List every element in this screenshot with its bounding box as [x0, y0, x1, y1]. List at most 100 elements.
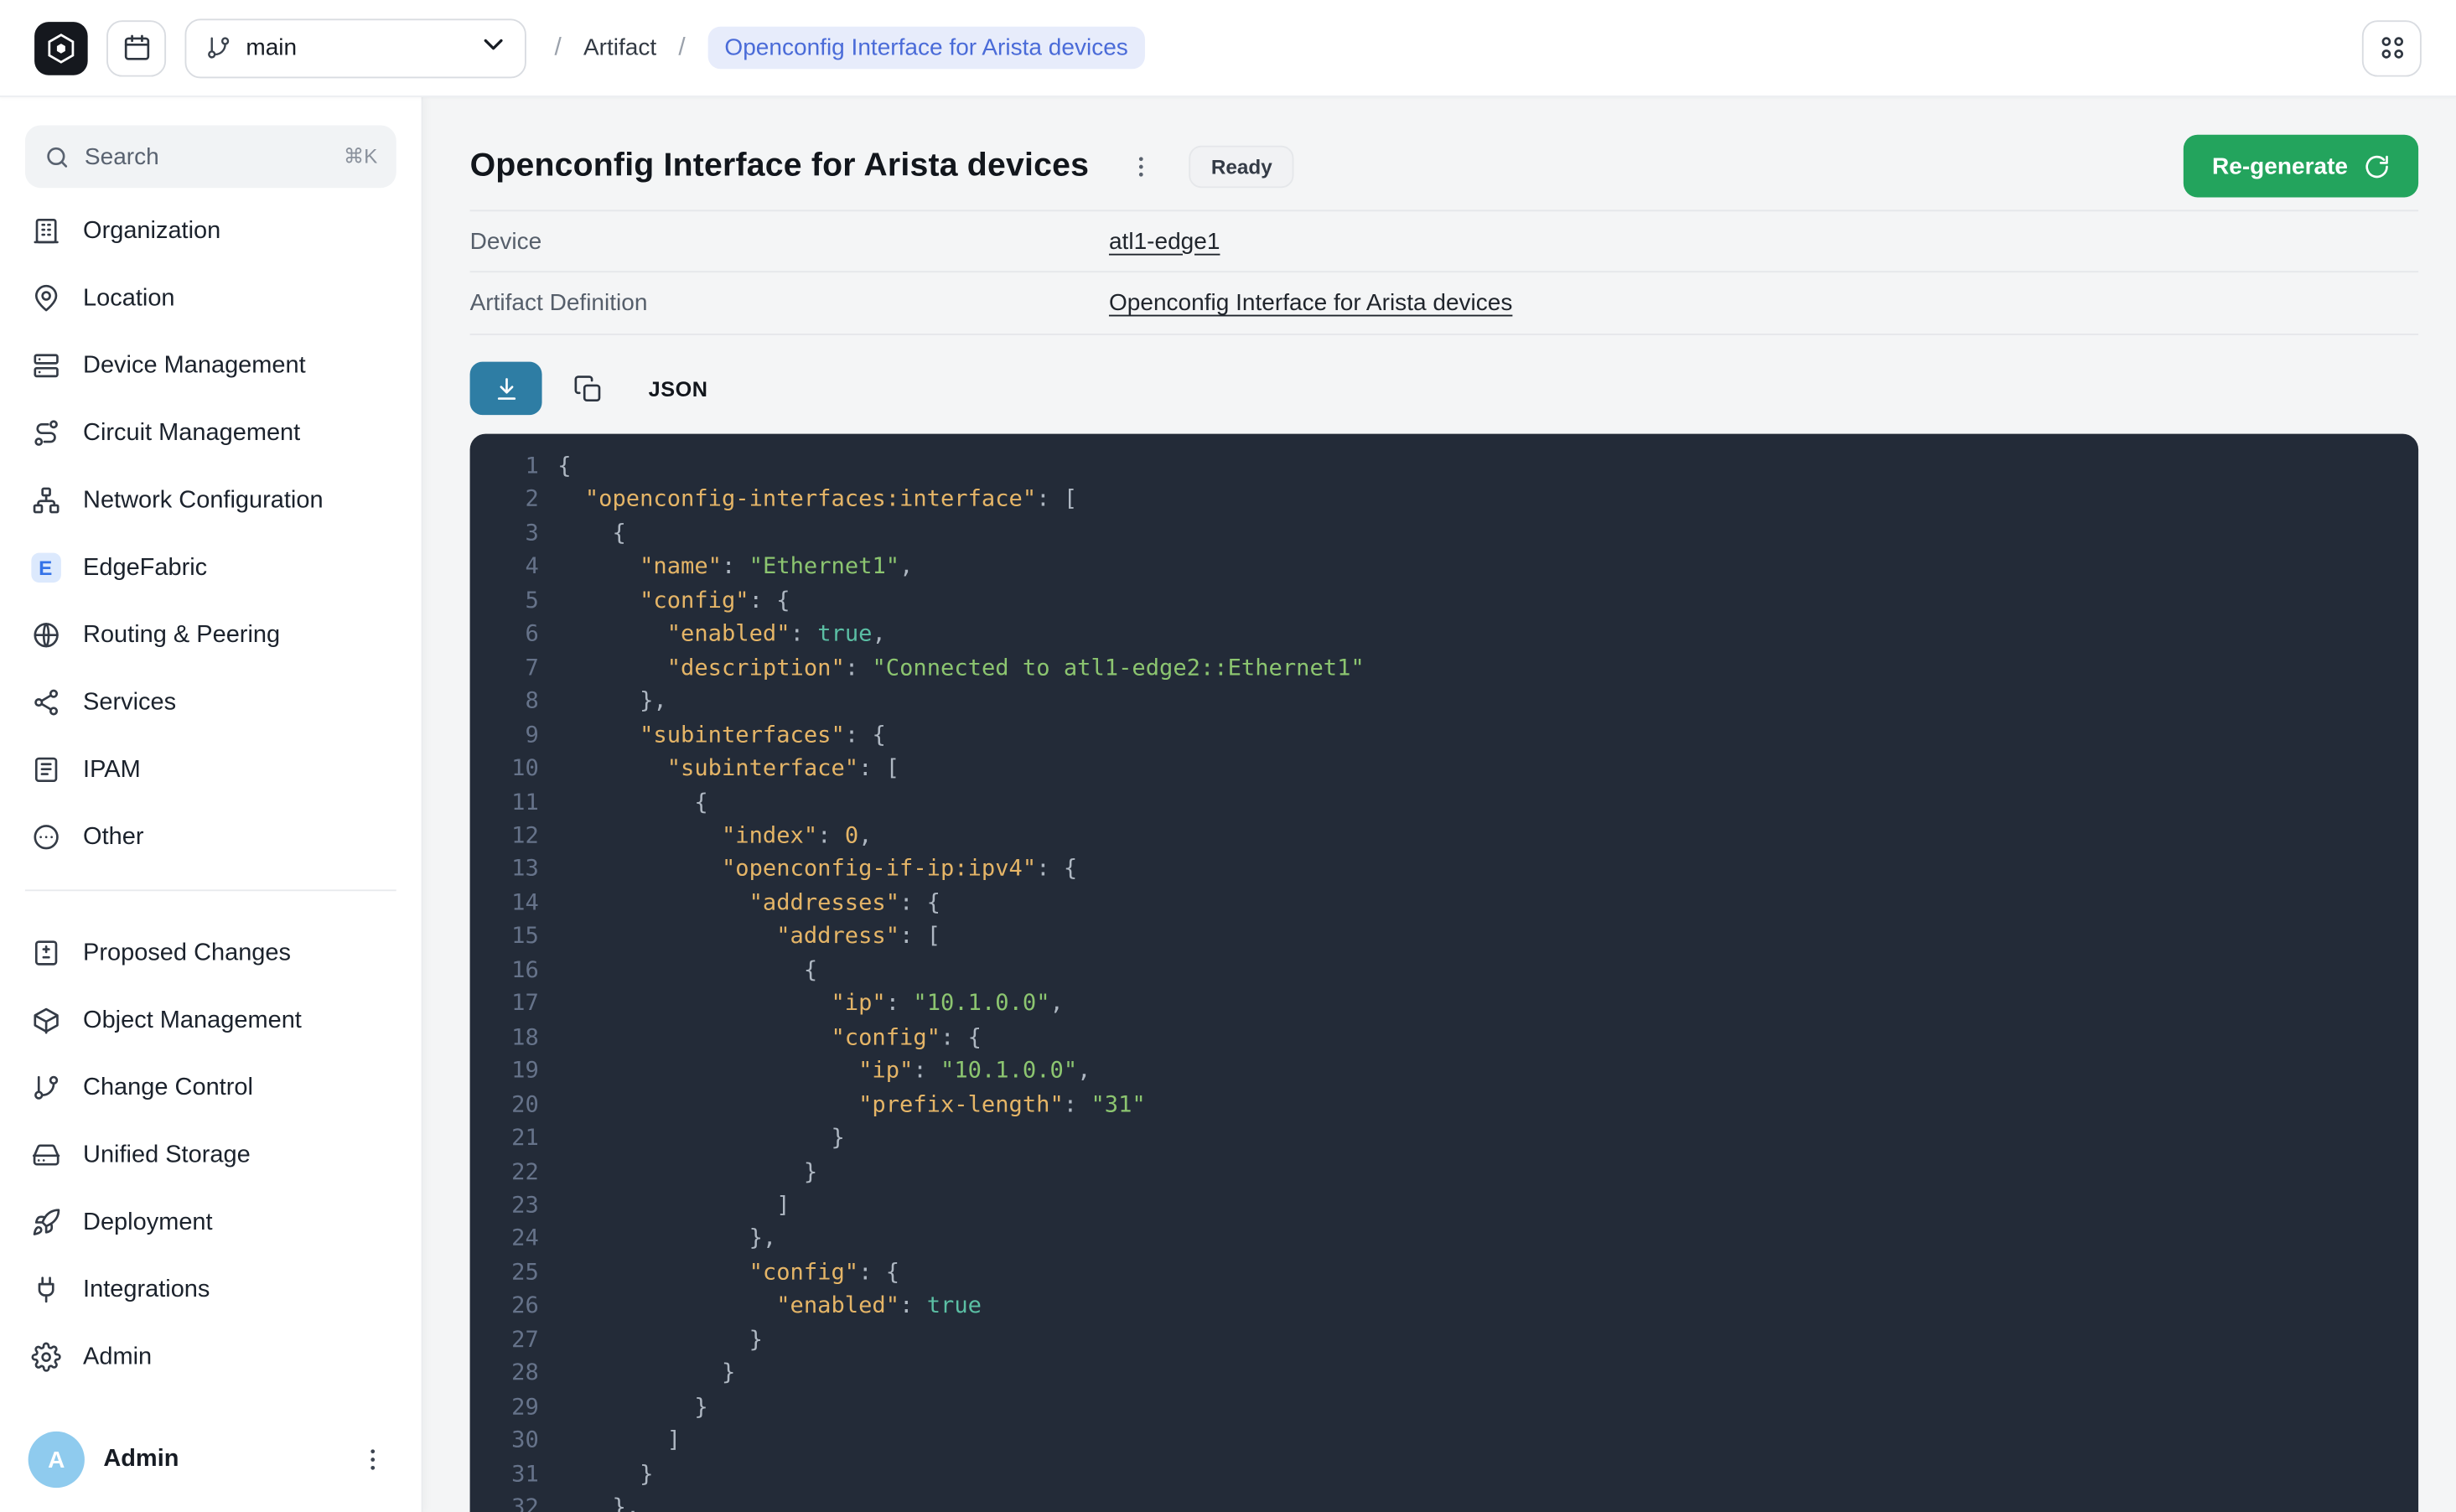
code-line: 6 "enabled": true,: [492, 619, 2418, 653]
code-line: 22 }: [492, 1157, 2418, 1190]
device-link[interactable]: atl1-edge1: [1109, 228, 1220, 255]
sidebar-item-other[interactable]: Other: [13, 804, 409, 871]
sidebar-item-label: Organization: [83, 217, 220, 246]
breadcrumb-item-artifact[interactable]: Artifact: [583, 34, 656, 61]
app-logo[interactable]: [34, 21, 88, 75]
sidebar-item-proposed-changes[interactable]: Proposed Changes: [13, 919, 409, 986]
breadcrumb-current[interactable]: Openconfig Interface for Arista devices: [707, 27, 1146, 69]
line-number: 28: [492, 1359, 539, 1392]
regenerate-label: Re-generate: [2212, 153, 2348, 179]
sidebar-item-edgefabric[interactable]: EEdgeFabric: [13, 534, 409, 601]
sidebar-item-label: Device Management: [83, 352, 306, 381]
code-line: 12 "index": 0,: [492, 821, 2418, 854]
breadcrumb-separator: /: [554, 34, 561, 62]
gear-icon: [28, 1342, 63, 1372]
code-text: "description": "Connected to atl1-edge2:…: [557, 653, 1365, 686]
line-number: 13: [492, 854, 539, 888]
sidebar-item-object-management[interactable]: Object Management: [13, 986, 409, 1054]
user-row[interactable]: A Admin: [0, 1412, 422, 1512]
network-icon: [28, 485, 63, 515]
sidebar-item-label: IPAM: [83, 756, 141, 784]
line-number: 17: [492, 989, 539, 1023]
server-icon: [28, 351, 63, 381]
line-number: 23: [492, 1190, 539, 1224]
ipam-icon: [28, 755, 63, 785]
user-menu-button[interactable]: [352, 1439, 393, 1480]
sidebar-item-services[interactable]: Services: [13, 669, 409, 736]
sidebar-item-organization[interactable]: Organization: [13, 197, 409, 264]
sidebar-item-label: Location: [83, 284, 175, 313]
sidebar-item-unified-storage[interactable]: Unified Storage: [13, 1121, 409, 1188]
line-number: 20: [492, 1090, 539, 1123]
line-number: 19: [492, 1056, 539, 1090]
sidebar-item-label: Object Management: [83, 1007, 302, 1035]
sidebar-item-label: EdgeFabric: [83, 554, 207, 583]
title-row: Openconfig Interface for Arista devices …: [470, 135, 2419, 198]
line-number: 9: [492, 720, 539, 753]
breadcrumb-separator: /: [678, 34, 685, 62]
code-line: 17 "ip": "10.1.0.0",: [492, 989, 2418, 1023]
code-line: 13 "openconfig-if-ip:ipv4": {: [492, 854, 2418, 888]
sidebar-divider: [25, 889, 396, 891]
regenerate-button[interactable]: Re-generate: [2184, 135, 2418, 198]
code-text: }: [557, 1324, 763, 1358]
sidebar-item-admin[interactable]: Admin: [13, 1323, 409, 1390]
sidebar-item-integrations[interactable]: Integrations: [13, 1256, 409, 1323]
branch-selector[interactable]: main: [184, 18, 526, 77]
code-line: 32 },: [492, 1493, 2418, 1512]
code-text: {: [557, 518, 626, 551]
copy-button[interactable]: [562, 364, 613, 414]
sidebar-item-label: Routing & Peering: [83, 621, 280, 650]
sidebar-item-circuit-management[interactable]: Circuit Management: [13, 399, 409, 466]
code-line: 14 "addresses": {: [492, 888, 2418, 921]
branch-name: main: [246, 34, 464, 61]
line-number: 25: [492, 1257, 539, 1291]
sidebar-item-network-configuration[interactable]: Network Configuration: [13, 467, 409, 534]
sidebar-item-ipam[interactable]: IPAM: [13, 736, 409, 803]
code-text: }: [557, 1459, 653, 1493]
search-input[interactable]: Search ⌘K: [25, 125, 396, 188]
sidebar-item-label: Proposed Changes: [83, 939, 291, 967]
code-line: 1{: [492, 451, 2418, 484]
code-text: {: [557, 955, 817, 988]
line-number: 16: [492, 955, 539, 988]
apps-grid-icon: [2377, 33, 2407, 63]
code-line: 4 "name": "Ethernet1",: [492, 551, 2418, 585]
line-number: 15: [492, 921, 539, 955]
sidebar-item-label: Network Configuration: [83, 486, 324, 515]
code-text: "prefix-length": "31": [557, 1090, 1145, 1123]
code-text: "enabled": true: [557, 1291, 982, 1324]
calendar-icon: [122, 33, 152, 63]
line-number: 31: [492, 1459, 539, 1493]
code-text: "index": 0,: [557, 821, 872, 854]
line-number: 1: [492, 451, 539, 484]
line-number: 18: [492, 1023, 539, 1056]
sidebar-item-deployment[interactable]: Deployment: [13, 1188, 409, 1256]
code-text: "subinterface": [: [557, 753, 899, 787]
code-line: 5 "config": {: [492, 586, 2418, 619]
sidebar-menu-secondary: Proposed Changes Object Management Change …: [0, 910, 422, 1391]
code-viewer[interactable]: 1{2 "openconfig-interfaces:interface": […: [470, 434, 2419, 1512]
code-line: 26 "enabled": true: [492, 1291, 2418, 1324]
line-number: 24: [492, 1224, 539, 1257]
refresh-icon: [2364, 153, 2391, 179]
code-text: "address": [: [557, 921, 940, 955]
sidebar-item-label: Change Control: [83, 1074, 253, 1102]
code-line: 24 },: [492, 1224, 2418, 1257]
sidebar-item-routing-peering[interactable]: Routing & Peering: [13, 602, 409, 669]
sidebar-item-change-control[interactable]: Change Control: [13, 1054, 409, 1121]
sidebar-item-device-management[interactable]: Device Management: [13, 332, 409, 399]
code-line: 29 }: [492, 1392, 2418, 1426]
calendar-button[interactable]: [106, 19, 166, 75]
format-toggle-json[interactable]: JSON: [633, 367, 723, 409]
code-line: 30 ]: [492, 1426, 2418, 1459]
download-button[interactable]: [470, 362, 542, 416]
line-number: 27: [492, 1324, 539, 1358]
sidebar-item-location[interactable]: Location: [13, 265, 409, 332]
download-icon: [493, 375, 520, 402]
artifact-definition-link[interactable]: Openconfig Interface for Arista devices: [1109, 290, 1512, 317]
code-text: "ip": "10.1.0.0",: [557, 989, 1064, 1023]
apps-menu-button[interactable]: [2362, 19, 2422, 75]
title-actions-button[interactable]: [1120, 146, 1161, 187]
code-text: "subinterfaces": {: [557, 720, 886, 753]
